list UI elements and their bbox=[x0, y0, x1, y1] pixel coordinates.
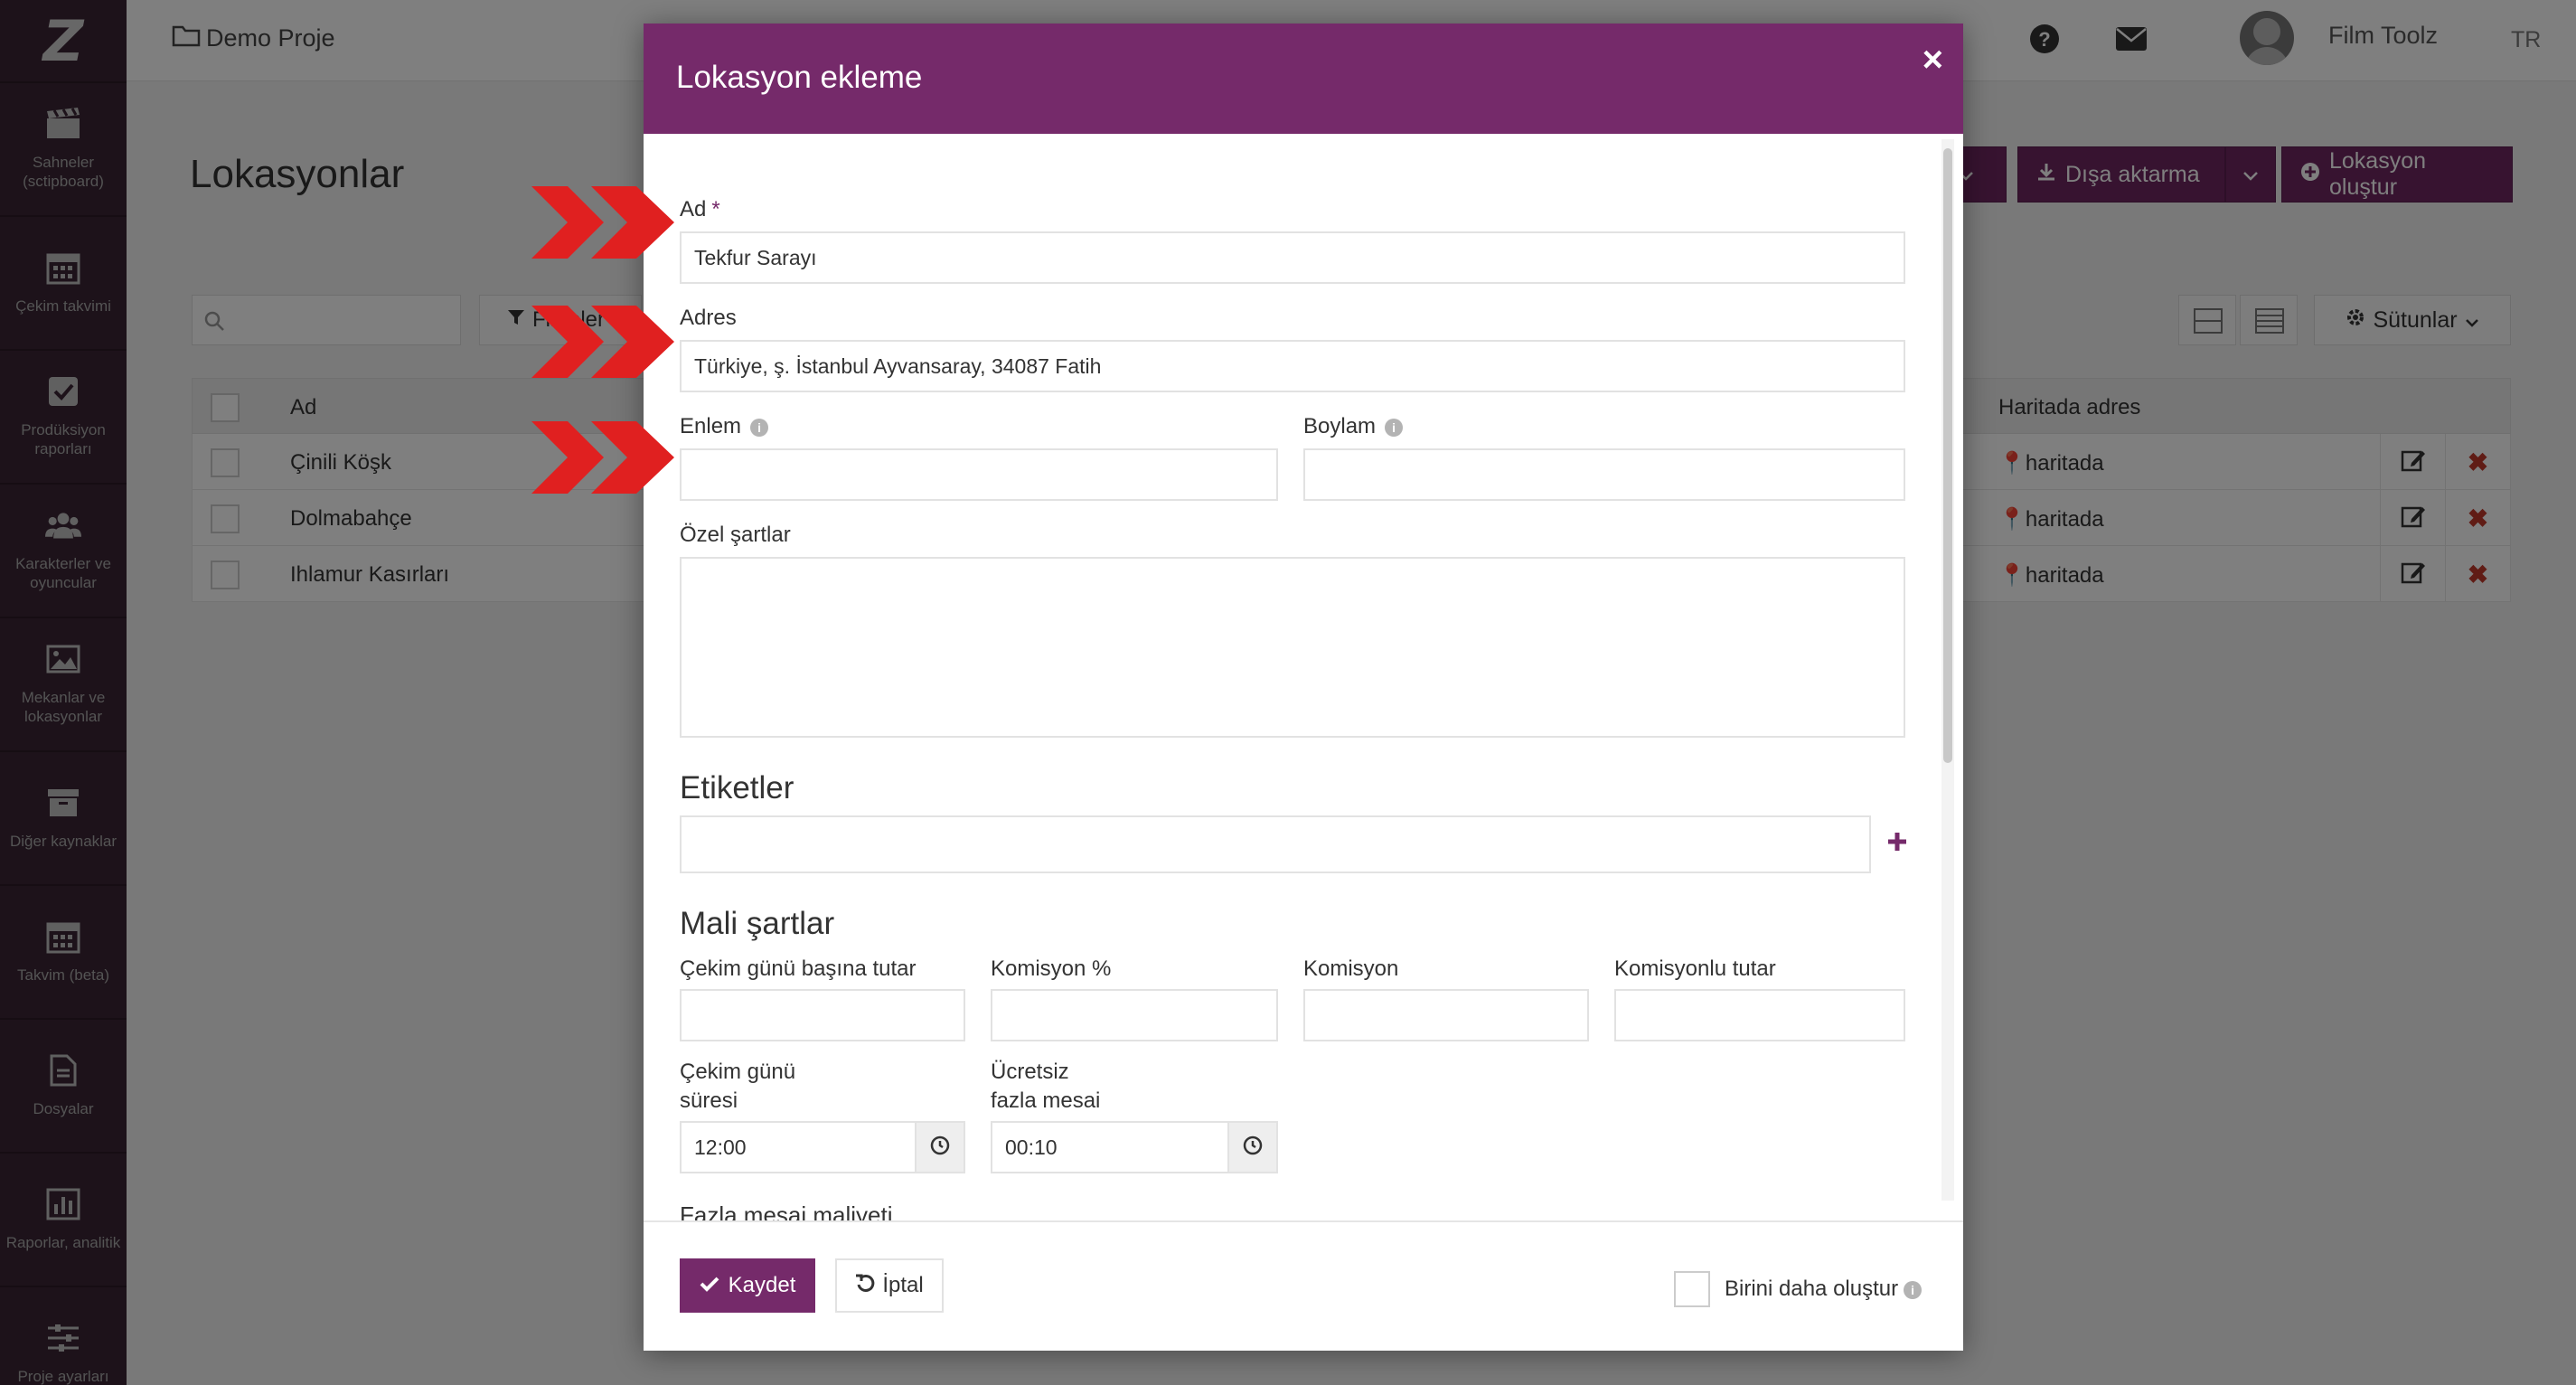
longitude-label: Boylam i bbox=[1303, 414, 1404, 439]
add-location-modal: Lokasyon ekleme × Ad * Tekfur Sarayı Adre… bbox=[644, 24, 1963, 1351]
cancel-label: İptal bbox=[882, 1273, 924, 1297]
financial-terms-heading: Mali şartlar bbox=[680, 906, 835, 941]
name-label: Ad * bbox=[680, 197, 720, 221]
modal-title: Lokasyon ekleme bbox=[676, 60, 923, 95]
info-icon: i bbox=[750, 419, 769, 437]
required-marker: * bbox=[711, 197, 720, 221]
special-conditions-label: Özel şartlar bbox=[680, 523, 791, 547]
day-duration-input[interactable]: 12:00 bbox=[680, 1121, 917, 1173]
free-overtime-clock-button[interactable] bbox=[1227, 1121, 1278, 1173]
modal-scrollbar[interactable] bbox=[1941, 139, 1954, 1201]
annotation-arrow-name bbox=[531, 186, 674, 259]
commission-total-label: Komisyonlu tutar bbox=[1614, 956, 1776, 981]
longitude-input[interactable] bbox=[1303, 448, 1905, 501]
free-overtime-input[interactable]: 00:10 bbox=[991, 1121, 1229, 1173]
commission-total-input[interactable] bbox=[1614, 989, 1905, 1041]
tags-input[interactable] bbox=[680, 815, 1871, 873]
cancel-button[interactable]: İptal bbox=[835, 1258, 944, 1313]
overtime-cost-label: Fazla mesai maliyeti bbox=[680, 1201, 893, 1220]
save-label: Kaydet bbox=[728, 1273, 796, 1297]
commission-label: Komisyon bbox=[1303, 956, 1399, 981]
tags-heading: Etiketler bbox=[680, 770, 794, 806]
create-another-label[interactable]: Birini daha oluştur i bbox=[1725, 1277, 1923, 1302]
info-icon: i bbox=[1385, 419, 1404, 437]
address-input[interactable]: Türkiye, ş. İstanbul Ayvansaray, 34087 F… bbox=[680, 340, 1905, 392]
commission-input[interactable] bbox=[1303, 989, 1589, 1041]
day-duration-clock-button[interactable] bbox=[915, 1121, 965, 1173]
undo-icon bbox=[855, 1273, 875, 1299]
clock-icon bbox=[1243, 1135, 1263, 1160]
scrollbar-thumb[interactable] bbox=[1943, 148, 1952, 763]
close-button[interactable]: × bbox=[1923, 40, 1943, 80]
modal-footer: Kaydet İptal Birini daha oluştur i bbox=[644, 1220, 1963, 1351]
clock-icon bbox=[930, 1135, 950, 1160]
commission-percent-input[interactable] bbox=[991, 989, 1278, 1041]
free-overtime-label: Ücretsiz fazla mesai bbox=[991, 1060, 1101, 1113]
annotation-arrow-address bbox=[531, 306, 674, 378]
address-label: Adres bbox=[680, 306, 737, 330]
add-tag-button[interactable] bbox=[1880, 824, 1914, 862]
create-another-checkbox[interactable] bbox=[1674, 1271, 1710, 1307]
check-icon bbox=[700, 1273, 719, 1298]
save-button[interactable]: Kaydet bbox=[680, 1258, 815, 1313]
per-day-amount-input[interactable] bbox=[680, 989, 965, 1041]
plus-icon bbox=[1886, 831, 1908, 857]
special-conditions-textarea[interactable] bbox=[680, 557, 1905, 738]
annotation-arrow-coordinates bbox=[531, 421, 674, 494]
info-icon: i bbox=[1904, 1281, 1923, 1299]
per-day-amount-label: Çekim günü başına tutar bbox=[680, 956, 917, 981]
day-duration-label: Çekim günü süresi bbox=[680, 1060, 796, 1113]
modal-body: Ad * Tekfur Sarayı Adres Türkiye, ş. İsta… bbox=[644, 134, 1963, 1220]
modal-header: Lokasyon ekleme × bbox=[644, 24, 1963, 134]
latitude-input[interactable] bbox=[680, 448, 1278, 501]
latitude-label: Enlem i bbox=[680, 414, 769, 439]
commission-percent-label: Komisyon % bbox=[991, 956, 1112, 981]
name-input[interactable]: Tekfur Sarayı bbox=[680, 231, 1905, 284]
